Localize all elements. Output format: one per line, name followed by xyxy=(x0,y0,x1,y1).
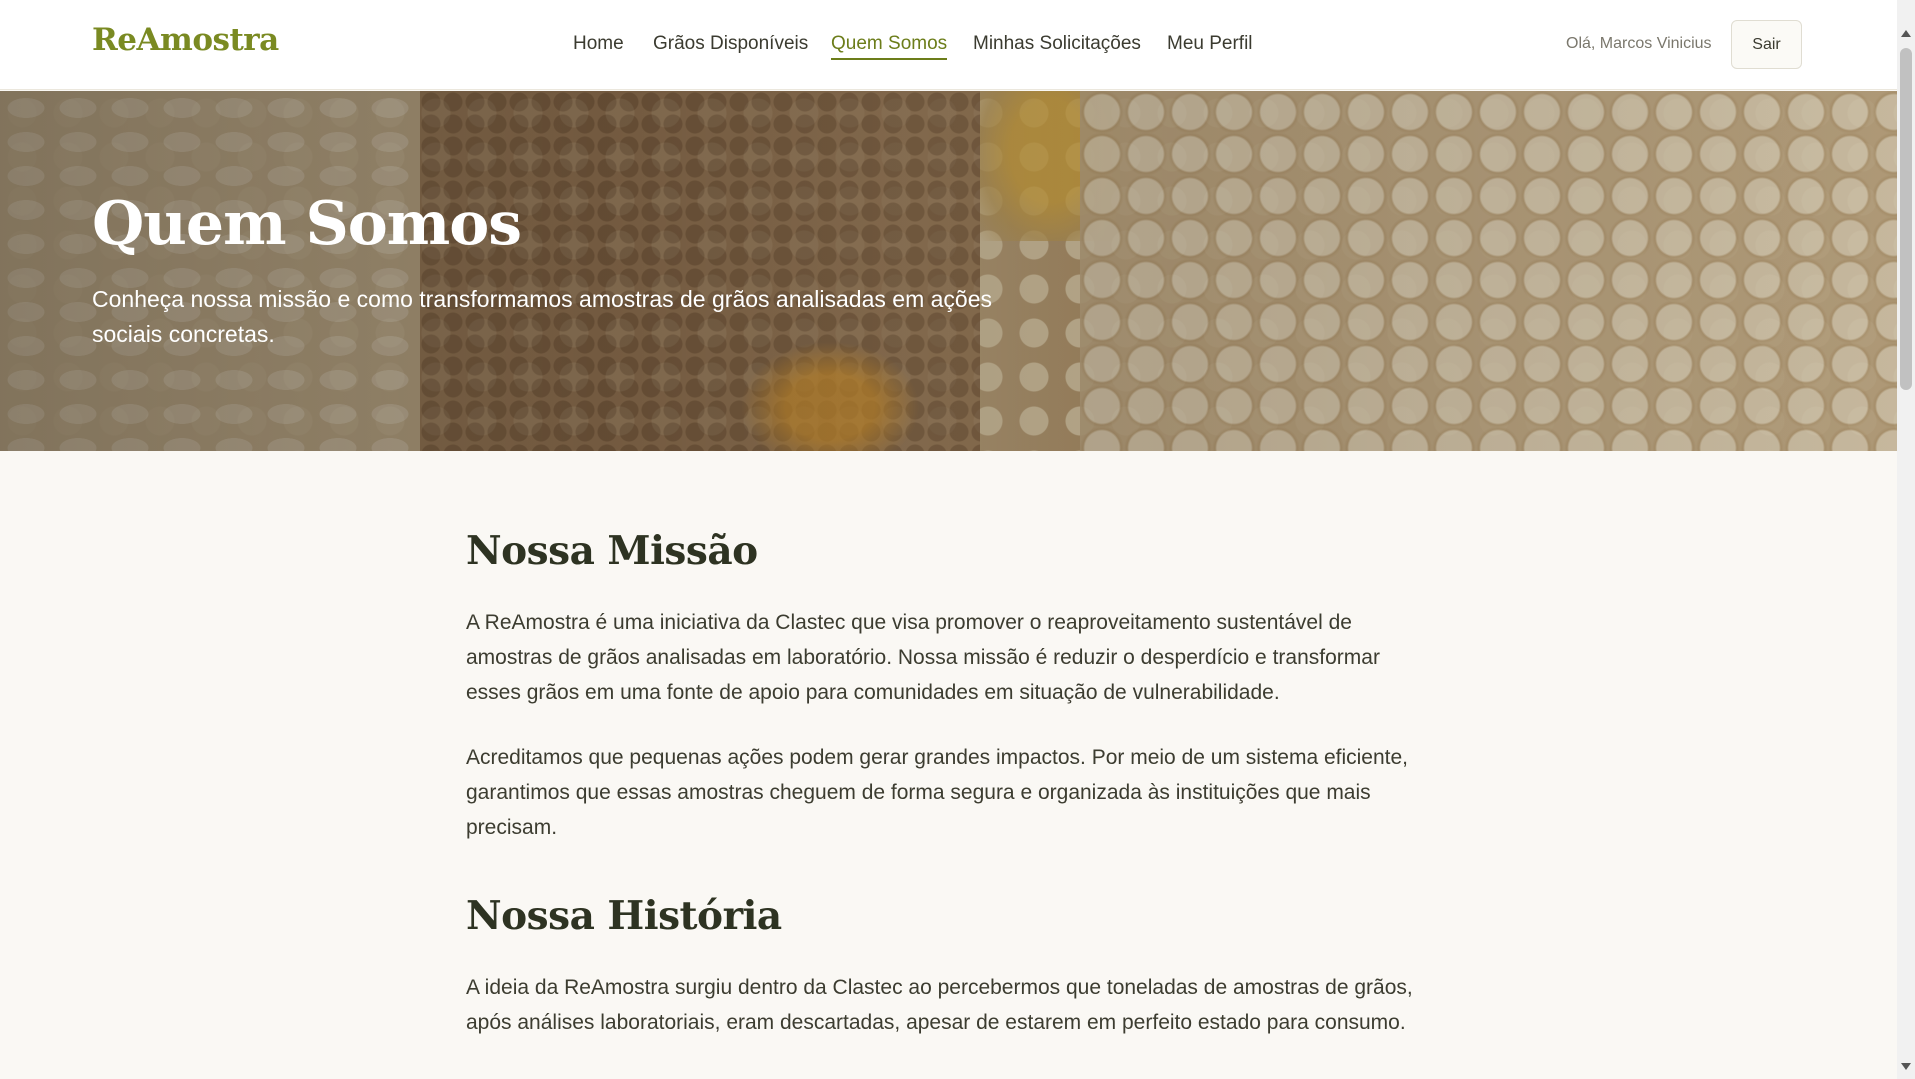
missao-paragraph-2: Acreditamos que pequenas ações podem ger… xyxy=(466,746,1409,839)
hero-banner: Quem Somos Conheça nossa missão e como t… xyxy=(0,91,1897,451)
missao-paragraph-1: A ReAmostra é uma iniciativa da Clastec … xyxy=(466,611,1380,704)
brand-logo[interactable]: ReAmostra xyxy=(92,22,279,58)
user-greeting: Olá, Marcos Vinicius xyxy=(1566,35,1712,52)
logout-button[interactable]: Sair xyxy=(1731,20,1802,69)
section-title-missao: Nossa Missão xyxy=(466,528,758,574)
historia-paragraph-1: A ideia da ReAmostra surgiu dentro da Cl… xyxy=(466,976,1413,1034)
hero-overlay xyxy=(0,91,1897,451)
top-navbar: ReAmostra Home Grãos Disponíveis Quem So… xyxy=(0,0,1897,90)
hero-subtitle: Conheça nossa missão e como transformamo… xyxy=(92,286,992,347)
nav-item-minhas-solicitacoes[interactable]: Minhas Solicitações xyxy=(973,33,1141,55)
nav-item-graos-disponiveis[interactable]: Grãos Disponíveis xyxy=(653,33,808,55)
page-title: Quem Somos xyxy=(92,189,522,259)
section-title-historia: Nossa História xyxy=(466,893,782,939)
nav-item-meu-perfil[interactable]: Meu Perfil xyxy=(1167,33,1253,55)
page-scrollbar[interactable] xyxy=(1897,0,1915,1079)
scroll-down-arrow-icon[interactable] xyxy=(1901,1063,1911,1070)
scrollbar-thumb[interactable] xyxy=(1900,48,1912,390)
nav-item-quem-somos[interactable]: Quem Somos xyxy=(831,33,948,60)
scroll-up-arrow-icon[interactable] xyxy=(1901,30,1911,37)
nav-item-home[interactable]: Home xyxy=(573,33,624,55)
